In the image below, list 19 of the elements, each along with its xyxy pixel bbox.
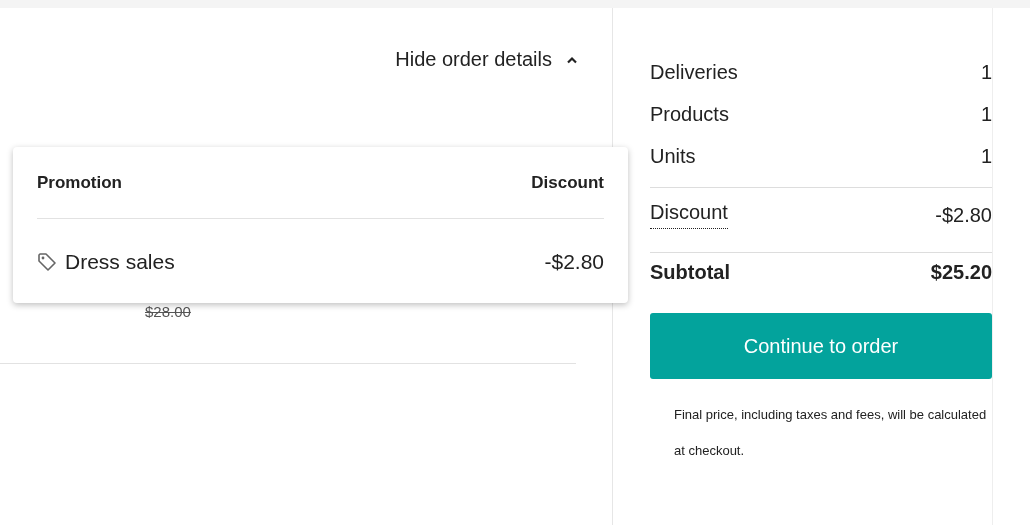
checkout-note: Final price, including taxes and fees, will be calculated at checkout. [674, 406, 988, 460]
column-header: Promotion [37, 172, 122, 193]
chevron-icon [566, 55, 578, 64]
summary-label: Units [650, 144, 696, 168]
summary-value: 1 [980, 60, 992, 84]
summary-label: Deliveries [650, 60, 738, 84]
promotion-discount: -$2.80 [544, 250, 604, 274]
subtotal-label: Subtotal [650, 260, 730, 284]
summary-value: 1 [980, 102, 992, 126]
original-price: $28.00 [145, 303, 191, 320]
discount-value: -$2.80 [935, 203, 992, 227]
column-header: Discount [531, 172, 604, 193]
hide-order-details-toggle[interactable]: Hide order details [395, 48, 578, 71]
tag-icon [37, 252, 57, 272]
discount-label[interactable]: Discount [650, 201, 728, 229]
subtotal-value: $25.20 [930, 260, 992, 284]
promotion-name: Dress sales [65, 250, 176, 274]
summary-label: Products [650, 102, 729, 126]
summary-value: 1 [980, 144, 992, 168]
